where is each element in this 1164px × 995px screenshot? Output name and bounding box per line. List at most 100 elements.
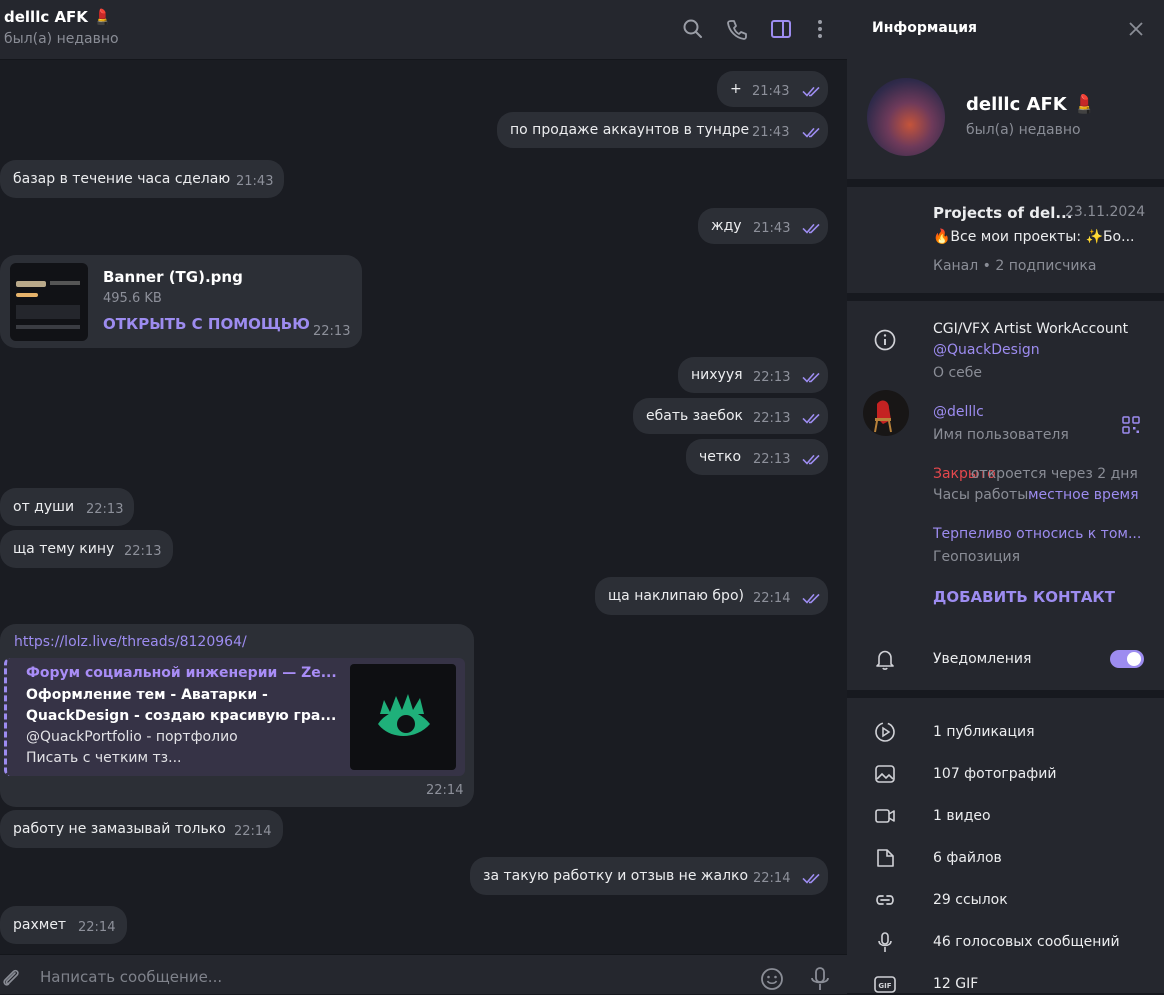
message-time: 22:13 — [86, 501, 124, 517]
link-preview-image[interactable] — [350, 664, 456, 770]
read-checkmarks-icon — [802, 223, 820, 234]
gif-icon: GIF — [874, 976, 896, 993]
geo-value[interactable]: Терпеливо относись к том... — [933, 526, 1141, 542]
media-posts[interactable]: 1 публикация — [933, 724, 1035, 740]
channel-meta: Канал • 2 подписчика — [933, 258, 1097, 274]
attach-icon[interactable] — [0, 967, 22, 989]
phone-icon[interactable] — [726, 18, 748, 40]
message-outgoing[interactable]: по продаже аккаунтов в тундре 21:43 — [497, 112, 828, 148]
message-text: нихуyя — [691, 367, 743, 383]
local-time-toggle[interactable]: местное время — [1028, 487, 1139, 503]
channel-card[interactable]: Projects of del... 23.11.2024 🔥Все мои п… — [847, 187, 1164, 436]
stories-icon — [875, 722, 895, 742]
channel-preview: 🔥Все мои проекты: ✨Бо... — [933, 229, 1135, 245]
media-links[interactable]: 29 ссылок — [933, 892, 1008, 908]
message-time: 21:43 — [753, 220, 791, 236]
bio-text[interactable]: CGI/VFX Artist WorkAccount — [933, 321, 1128, 337]
message-outgoing[interactable]: ща наклипаю бро) 22:14 — [595, 577, 828, 615]
message-outgoing[interactable]: + 21:43 — [717, 71, 828, 107]
emoji-icon[interactable] — [760, 967, 784, 991]
media-files[interactable]: 6 файлов — [933, 850, 1002, 866]
bio-link[interactable]: @QuackDesign — [933, 342, 1040, 358]
message-time: 21:43 — [752, 124, 790, 140]
message-incoming[interactable]: базар в течение часа сделаю 21:43 — [0, 160, 284, 198]
message-composer[interactable]: Написать сообщение... — [0, 954, 847, 994]
bell-icon — [876, 650, 894, 670]
message-incoming[interactable]: ща тему кину 22:13 — [0, 530, 173, 568]
message-file[interactable]: Banner (TG).png 495.6 KB ОТКРЫТЬ С ПОМОЩ… — [0, 255, 362, 348]
message-text: ебать заебок — [646, 408, 743, 424]
message-text: рахмет — [13, 917, 67, 933]
divider — [847, 179, 1164, 187]
open-with-button[interactable]: ОТКРЫТЬ С ПОМОЩЬЮ — [103, 315, 310, 333]
panel-title: Информация — [872, 20, 977, 36]
link-site-name: Форум социальной инженерии — Ze... — [26, 665, 337, 681]
link-icon — [876, 895, 894, 905]
link-title-line1: Оформление тем - Аватарки - — [26, 687, 268, 703]
read-checkmarks-icon — [802, 873, 820, 884]
message-outgoing[interactable]: нихуyя 22:13 — [678, 357, 828, 393]
media-videos[interactable]: 1 видео — [933, 808, 991, 824]
hours-opens: откроется через 2 дня — [971, 466, 1138, 482]
sidebar-toggle-icon[interactable] — [770, 18, 792, 40]
read-checkmarks-icon — [802, 372, 820, 383]
message-outgoing[interactable]: четко 22:13 — [686, 439, 828, 475]
message-list[interactable]: + 21:43 по продаже аккаунтов в тундре 21… — [0, 60, 847, 953]
message-incoming[interactable]: работу не замазывай только 22:14 — [0, 810, 283, 848]
channel-avatar — [863, 390, 909, 436]
message-text: ща наклипаю бро) — [608, 588, 744, 604]
add-contact-button[interactable]: ДОБАВИТЬ КОНТАКТ — [933, 588, 1115, 606]
qr-code-icon[interactable] — [1121, 415, 1141, 435]
read-checkmarks-icon — [802, 86, 820, 97]
message-time: 22:14 — [234, 823, 272, 839]
bio-label: О себе — [933, 365, 983, 381]
close-icon[interactable] — [1129, 22, 1143, 36]
message-text: от души — [13, 499, 75, 515]
link-preview[interactable]: Форум социальной инженерии — Ze... Оформ… — [4, 658, 465, 776]
message-text: по продаже аккаунтов в тундре — [510, 122, 750, 138]
media-photos[interactable]: 107 фотографий — [933, 766, 1056, 782]
media-voice[interactable]: 46 голосовых сообщений — [933, 934, 1120, 950]
info-icon — [874, 329, 896, 351]
message-time: 22:14 — [78, 919, 116, 935]
link-url[interactable]: https://lolz.live/threads/8120964/ — [14, 634, 247, 650]
channel-date: 23.11.2024 — [1065, 204, 1146, 220]
link-desc-line1: @QuackPortfolio - портфолио — [26, 729, 238, 745]
peer-name[interactable]: delllc AFK 💄 — [4, 8, 112, 26]
file-size: 495.6 KB — [103, 291, 162, 306]
message-time: 22:13 — [753, 410, 791, 426]
message-incoming[interactable]: от души 22:13 — [0, 488, 134, 526]
read-checkmarks-icon — [802, 413, 820, 424]
file-icon — [877, 849, 894, 867]
more-options-icon[interactable] — [809, 18, 831, 40]
message-incoming[interactable]: рахмет 22:14 — [0, 906, 127, 944]
message-outgoing[interactable]: жду 21:43 — [698, 208, 828, 244]
search-icon[interactable] — [682, 18, 704, 40]
divider — [847, 293, 1164, 301]
profile-name: delllc AFK 💄 — [966, 94, 1096, 115]
message-time: 22:13 — [313, 324, 351, 339]
file-thumbnail[interactable] — [10, 263, 88, 341]
message-input[interactable]: Написать сообщение... — [40, 968, 222, 986]
message-text: четко — [699, 449, 742, 465]
read-checkmarks-icon — [802, 127, 820, 138]
peer-status: был(а) недавно — [4, 31, 119, 47]
message-text: жду — [711, 218, 742, 234]
message-text: ща тему кину — [13, 541, 115, 557]
message-time: 22:14 — [753, 870, 791, 886]
message-link[interactable]: https://lolz.live/threads/8120964/ Форум… — [0, 624, 474, 807]
chat-header[interactable]: delllc AFK 💄 был(а) недавно — [0, 0, 847, 60]
avatar[interactable] — [867, 78, 945, 156]
microphone-icon[interactable] — [808, 965, 832, 993]
message-outgoing[interactable]: ебать заебок 22:13 — [633, 398, 828, 434]
link-desc-line2: Писать с четким тз... — [26, 750, 182, 766]
message-time: 22:14 — [753, 590, 791, 606]
link-title-line2: QuackDesign - создаю красивую гра... — [26, 708, 337, 724]
file-name: Banner (TG).png — [103, 268, 243, 286]
message-outgoing[interactable]: за такую работку и отзыв не жалко 22:14 — [470, 857, 828, 895]
username-value[interactable]: @delllc — [933, 404, 984, 420]
message-text: работу не замазывай только — [13, 821, 226, 837]
media-gif[interactable]: 12 GIF — [933, 976, 978, 992]
notifications-toggle[interactable] — [1110, 650, 1144, 668]
divider — [847, 690, 1164, 698]
